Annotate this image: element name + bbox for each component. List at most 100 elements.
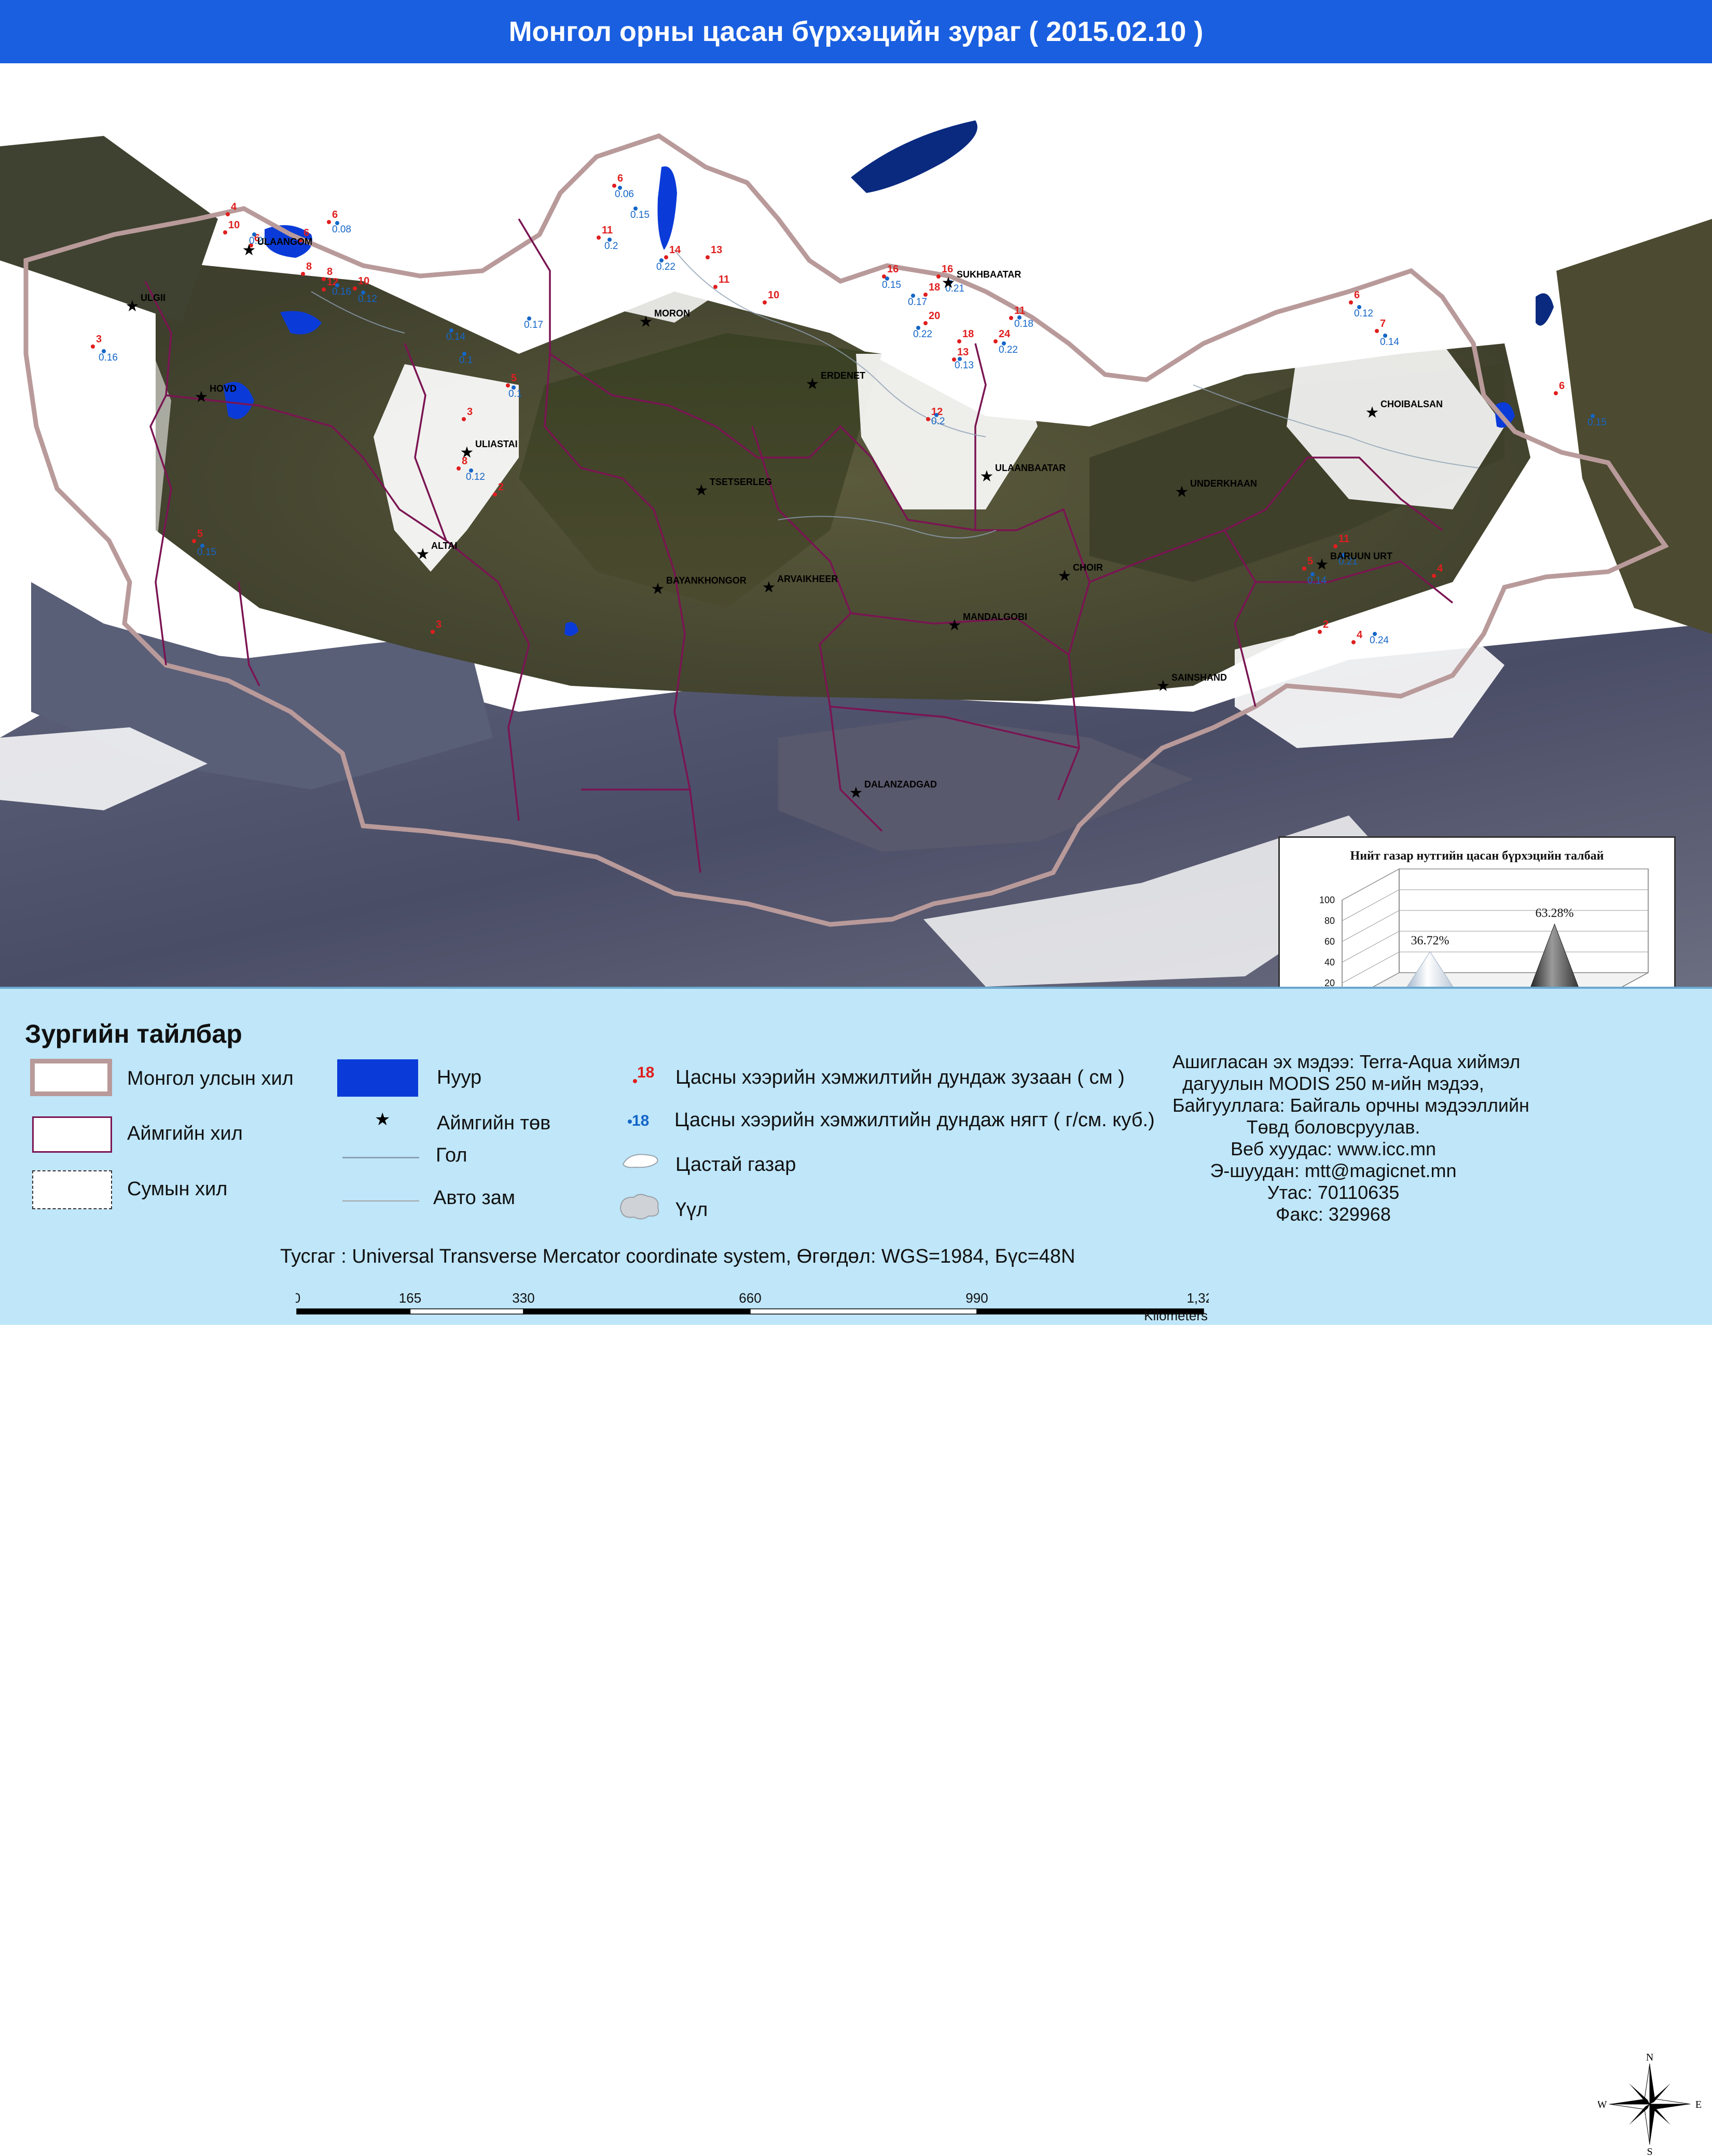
snow-depth-dot [1333, 544, 1337, 548]
chart-side-wall [1342, 868, 1400, 987]
snow-density-value: 0.2 [604, 241, 618, 252]
snow-density-value: 0.14 [1380, 337, 1399, 348]
city-label: ERDENET [821, 370, 865, 381]
snow-density-value: 0.12 [358, 294, 377, 305]
aimag-center-star-icon: ★ [1315, 556, 1329, 573]
snow-depth-value: 14 [669, 244, 681, 256]
snow-depth-dot [597, 236, 601, 240]
legend-heading: Зургийн тайлбар [25, 1019, 242, 1048]
snow-density-value: 0.08 [332, 224, 351, 235]
aimag-center-star-icon: ★ [1175, 483, 1189, 501]
national-border-label: Монгол улсын хил [127, 1068, 294, 1089]
snow-density-value: 0.14 [1307, 575, 1327, 586]
aimag-center-star-icon: ★ [126, 298, 140, 315]
city-label: MORON [654, 308, 690, 319]
city-label: ULGII [141, 293, 165, 303]
snow-density-value: 0.22 [656, 261, 675, 272]
city-label: SAINSHAND [1171, 672, 1227, 683]
chart-y-tick: 60 [1324, 936, 1335, 947]
city-label: CHOIR [1073, 562, 1103, 573]
chart-svg: Нийт газар нутгийн цасан бүрхэцийн талба… [1319, 849, 1649, 987]
snow-density-value: 0.14 [446, 331, 465, 342]
snow-depth-dot [91, 344, 95, 349]
snow-depth-dot [763, 300, 767, 305]
snow-density-value: 0.1 [459, 355, 473, 366]
chart-value-label: 63.28% [1536, 906, 1574, 920]
city-label: ALTAI [431, 541, 457, 551]
snow-depth-value: 16 [887, 264, 899, 275]
snow-density-value: 0.15 [197, 547, 216, 558]
snow-depth-dot [923, 321, 928, 325]
aimag-center-star-icon: ★ [1365, 404, 1379, 421]
scale-tick-label: 0 [296, 1290, 300, 1306]
city-label: UNDERKHAAN [1190, 478, 1257, 489]
snow-depth-value: 10 [768, 289, 779, 301]
snow-density-value: 0.17 [908, 297, 927, 308]
snow-density-value: 0.12 [466, 472, 485, 482]
snow-depth-value: 3 [467, 406, 473, 418]
snow-depth-dot [926, 417, 930, 421]
snow-depth-value: 5 [1307, 556, 1313, 567]
snow-depth-value: 6 [1559, 380, 1565, 392]
chart-y-tick: 20 [1324, 978, 1335, 987]
snow-density-value: 0.24 [1370, 635, 1389, 646]
city-label: ULAANBAATAR [995, 463, 1066, 473]
snow-depth-value: 11 [602, 225, 613, 236]
aimag-center-star-icon: ★ [980, 468, 994, 485]
snow-depth-dot [936, 274, 941, 279]
snow-depth-value: 13 [711, 244, 722, 256]
soum-border-label: Сумын хил [127, 1178, 228, 1200]
chart-back-wall [1399, 868, 1649, 973]
compass-e: E [1695, 2099, 1702, 2110]
scale-segment [409, 1308, 524, 1315]
snow-depth-value: 3 [96, 334, 102, 345]
city-label: ARVAIKHEER [777, 574, 838, 584]
snow-density-value: 0.18 [1014, 319, 1033, 329]
info-web: Веб хуудас: www.icc.mn [1230, 1138, 1437, 1159]
snow-depth-dot [706, 255, 710, 259]
info-phone: Утас: 70110635 [1267, 1182, 1400, 1203]
snow-depth-value: 13 [957, 347, 969, 358]
snow-density-value: 0.16 [332, 286, 351, 297]
aimag-center-star-icon: ★ [942, 274, 956, 292]
snow-depth-value: 24 [999, 328, 1011, 340]
river-icon [342, 1157, 419, 1158]
snow-density-value: 0.1 [508, 389, 522, 399]
snow-depth-dot [1432, 574, 1436, 578]
compass-s: S [1647, 2146, 1652, 2156]
map-title: Монгол орны цасан бүрхэцийн зураг ( 2015… [508, 16, 1204, 47]
scale-tick-label: 660 [739, 1290, 761, 1306]
snow-depth-value: 16 [942, 264, 953, 275]
snow-depth-value: 5 [197, 528, 203, 540]
scale-tick-label: 330 [512, 1290, 534, 1306]
snow-depth-value: 8 [306, 261, 312, 272]
info-org-1: Байгууллага: Байгаль орчны мэдээллийн [1172, 1095, 1529, 1116]
snow-depth-value: 6 [1354, 289, 1360, 301]
city-label: SUKHBAATAR [957, 269, 1021, 280]
snow-depth-icon: 18 [633, 1064, 654, 1084]
aimag-center-star-icon: ★ [639, 313, 653, 330]
snow-depth-dot [957, 339, 961, 343]
snow-depth-dot [301, 272, 305, 276]
snow-area-label: Цастай газар [675, 1154, 796, 1176]
snow-depth-value: 6 [617, 173, 623, 184]
cloud-icon [616, 1192, 663, 1224]
snow-density-value: 0.22 [913, 329, 932, 340]
projection-note: Тусгаг : Universal Transverse Mercator c… [280, 1246, 1075, 1267]
snow-depth-dot [1375, 329, 1379, 333]
snow-depth-dot [457, 466, 461, 471]
snow-depth-dot [1318, 630, 1322, 634]
snow-depth-dot [506, 383, 510, 388]
info-fax: Факс: 329968 [1276, 1204, 1391, 1225]
snow-depth-dot [1554, 391, 1558, 395]
snow-depth-dot [1302, 566, 1306, 571]
snow-depth-value: 3 [436, 619, 441, 630]
aimag-center-star-icon: ★ [460, 444, 474, 461]
snow-depth-dot [1009, 316, 1013, 320]
snow-depth-dot [612, 184, 616, 188]
city-label: CHOIBALSAN [1380, 399, 1443, 409]
snow-depth-value: 10 [358, 275, 369, 287]
map-area[interactable]: 4 10 6 8 8 12 10 6 6 6 11 14 13 11 10 16 16 18 20 11 24 18 13 1… [0, 63, 1712, 987]
aimag-center-icon: ★ [375, 1110, 391, 1129]
snow-depth-dot [353, 286, 357, 291]
